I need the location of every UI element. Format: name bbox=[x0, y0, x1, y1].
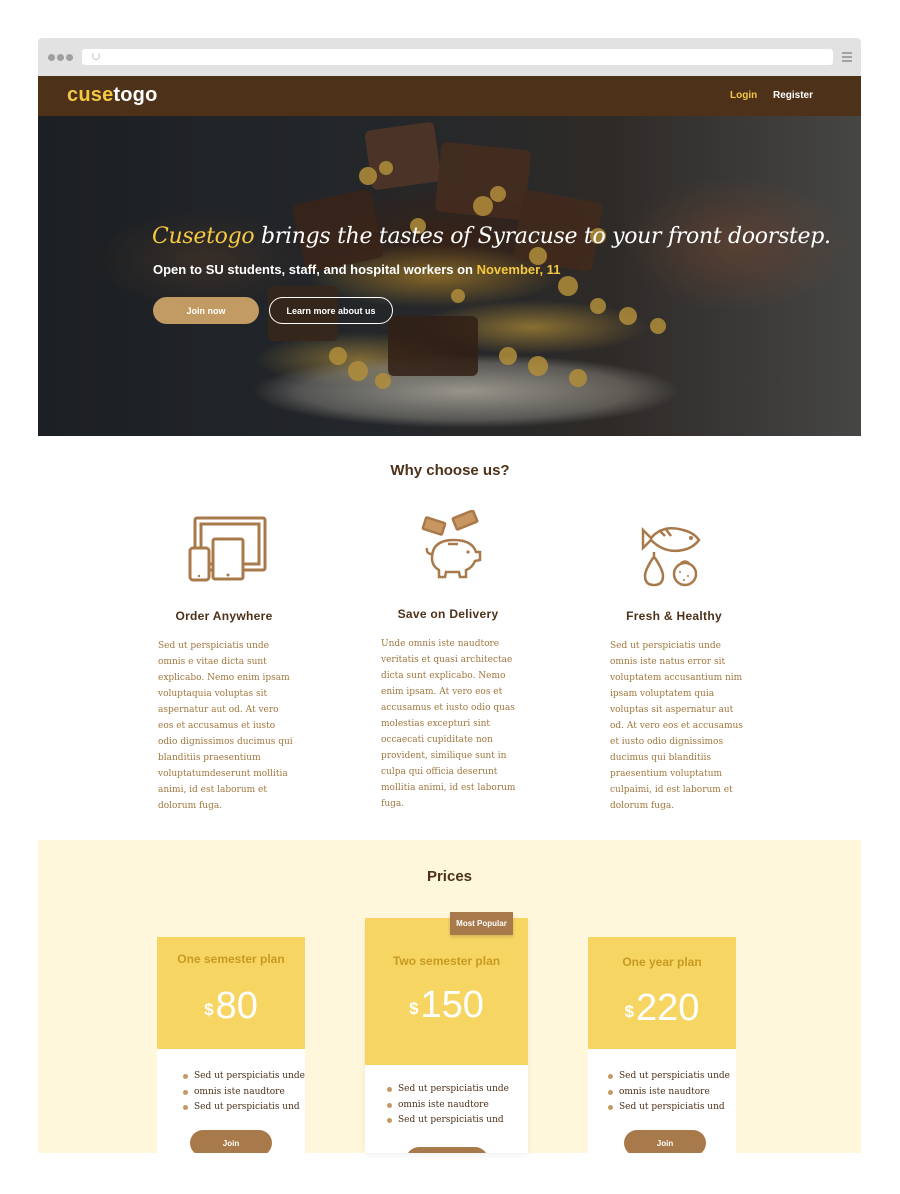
feature-title: Save on Delivery bbox=[397, 607, 499, 621]
plan-feature-item: Sed ut perspiciatis unde bbox=[183, 1069, 305, 1085]
plan-card-header: Two semester plan $150 bbox=[365, 918, 528, 1065]
plan-card: One semester plan $80 Sed ut perspiciati… bbox=[157, 937, 305, 1153]
feature-description: Unde omnis iste naudtore veritatis et qu… bbox=[381, 639, 516, 809]
plan-name: One year plan bbox=[622, 955, 702, 969]
hamburger-menu-icon[interactable] bbox=[842, 52, 852, 64]
plan-feature-item: Sed ut perspiciatis und bbox=[608, 1100, 730, 1116]
feature-description: Sed ut perspiciatis unde omnis iste natu… bbox=[610, 641, 743, 811]
window-dot-icon bbox=[48, 54, 55, 61]
plan-feature-item: omnis iste naudtore bbox=[387, 1098, 509, 1114]
feature-title: Fresh & Healthy bbox=[626, 609, 722, 623]
plan-price: $150 bbox=[409, 984, 484, 1026]
plan-card: One year plan $220 Sed ut perspiciatis u… bbox=[588, 937, 736, 1153]
plan-feature-item: Sed ut perspiciatis unde bbox=[608, 1069, 730, 1085]
feature-title: Order Anywhere bbox=[175, 609, 273, 623]
plan-feature-item: omnis iste naudtore bbox=[608, 1085, 730, 1101]
plan-name: Two semester plan bbox=[392, 954, 501, 968]
logo[interactable]: cusetogo bbox=[67, 84, 158, 107]
address-bar[interactable] bbox=[82, 49, 833, 65]
reload-icon[interactable] bbox=[92, 52, 100, 60]
window-dot-icon bbox=[66, 54, 73, 61]
plan-card-header: One year plan $220 bbox=[588, 937, 736, 1049]
piggy-bank-icon bbox=[421, 510, 482, 579]
plan-card-header: One semester plan $80 bbox=[157, 937, 305, 1049]
plan-features: Sed ut perspiciatis unde omnis iste naud… bbox=[183, 1069, 305, 1116]
plan-card-featured: Two semester plan $150 Sed ut perspiciat… bbox=[365, 918, 528, 1153]
plan-features: Sed ut perspiciatis unde omnis iste naud… bbox=[387, 1082, 509, 1129]
plan-feature-item: Sed ut perspiciatis und bbox=[387, 1113, 509, 1129]
plan-name: One semester plan bbox=[177, 952, 285, 966]
register-link[interactable]: Register bbox=[773, 90, 813, 101]
login-link[interactable]: Login bbox=[730, 90, 757, 101]
join-plan-button[interactable]: Join bbox=[190, 1130, 272, 1153]
plan-price: $80 bbox=[204, 985, 258, 1027]
hero-subheadline: Open to SU students, staff, and hospital… bbox=[153, 262, 561, 277]
window-dot-icon bbox=[57, 54, 64, 61]
top-navbar: cusetogo Login Register bbox=[38, 76, 861, 116]
plan-features: Sed ut perspiciatis unde omnis iste naud… bbox=[608, 1069, 730, 1116]
join-plan-button[interactable]: Join bbox=[624, 1130, 706, 1153]
hero-headline: Cusetogo brings the tastes of Syracuse t… bbox=[152, 224, 831, 249]
browser-chrome bbox=[38, 38, 861, 76]
plan-price: $220 bbox=[624, 987, 700, 1029]
join-plan-button[interactable] bbox=[406, 1147, 488, 1153]
plan-feature-item: omnis iste naudtore bbox=[183, 1085, 305, 1101]
why-section-title: Why choose us? bbox=[390, 462, 510, 479]
devices-icon bbox=[188, 516, 267, 582]
join-now-button[interactable]: Join now bbox=[153, 297, 259, 324]
prices-title: Prices bbox=[426, 868, 473, 885]
hero-banner: Cusetogo brings the tastes of Syracuse t… bbox=[38, 116, 861, 436]
fresh-food-icon bbox=[641, 526, 701, 587]
feature-description: Sed ut perspiciatis unde omnis e vitae d… bbox=[158, 641, 293, 811]
learn-more-button[interactable]: Learn more about us bbox=[269, 297, 393, 324]
most-popular-badge: Most Popular bbox=[450, 912, 513, 935]
plan-feature-item: Sed ut perspiciatis unde bbox=[387, 1082, 509, 1098]
plan-feature-item: Sed ut perspiciatis und bbox=[183, 1100, 305, 1116]
